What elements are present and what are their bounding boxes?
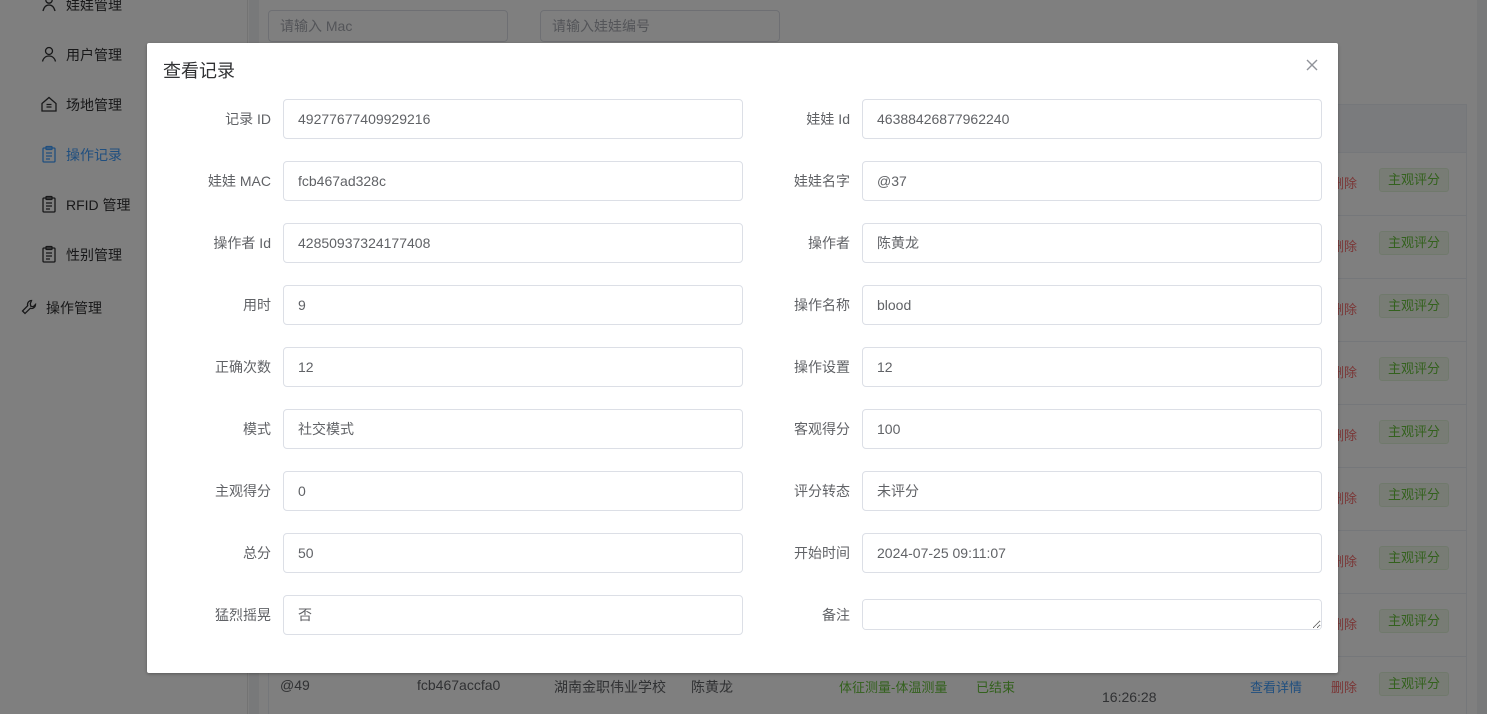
objective-score-input[interactable]: 100 — [862, 409, 1322, 449]
field-label: 评分转态 — [794, 483, 850, 499]
total-score-field: 总分 50 — [147, 533, 743, 573]
rating-status-field: 评分转态 未评分 — [743, 471, 1322, 511]
field-label: 操作者 Id — [213, 235, 271, 251]
field-label: 备注 — [822, 607, 850, 623]
field-label: 操作设置 — [794, 359, 850, 375]
doll-mac-input[interactable]: fcb467ad328c — [283, 161, 743, 201]
field-label: 正确次数 — [215, 359, 271, 375]
field-label: 娃娃 Id — [806, 111, 850, 127]
doll-id-field: 娃娃 Id 46388426877962240 — [743, 99, 1322, 139]
field-label: 用时 — [243, 297, 271, 313]
field-label: 猛烈摇晃 — [215, 607, 271, 623]
violent-shaking-field: 猛烈摇晃否 — [147, 595, 743, 635]
doll-name-field: 娃娃名字 @37 — [743, 161, 1322, 201]
operator-id-field: 操作者 Id 42850937324177408 — [147, 223, 743, 263]
field-label: 开始时间 — [794, 545, 850, 561]
close-icon — [1302, 59, 1322, 78]
operation-setting-input[interactable]: 12 — [862, 347, 1322, 387]
duration-field: 用时 9 — [147, 285, 743, 325]
dialog-title: 查看记录 — [163, 61, 235, 81]
field-label: 娃娃 MAC — [208, 173, 271, 189]
objective-score-field: 客观得分 100 — [743, 409, 1322, 449]
violent-shaking-input[interactable]: 否 — [283, 595, 743, 635]
start-time-input[interactable]: 2024-07-25 09:11:07 — [862, 533, 1322, 573]
operator-input[interactable]: 陈黄龙 — [862, 223, 1322, 263]
field-label: 操作者 — [808, 235, 850, 251]
rating-status-input[interactable]: 未评分 — [862, 471, 1322, 511]
close-button[interactable] — [1302, 55, 1322, 75]
correct-count-input[interactable]: 12 — [283, 347, 743, 387]
duration-input[interactable]: 9 — [283, 285, 743, 325]
correct-count-field: 正确次数 12 — [147, 347, 743, 387]
operation-setting-field: 操作设置 12 — [743, 347, 1322, 387]
field-label: 客观得分 — [794, 421, 850, 437]
mode-field: 模式 社交模式 — [147, 409, 743, 449]
record-id-field: 记录 ID 49277677409929216 — [147, 99, 743, 139]
total-score-input[interactable]: 50 — [283, 533, 743, 573]
doll-mac-field: 娃娃 MAC fcb467ad328c — [147, 161, 743, 201]
operator-id-input[interactable]: 42850937324177408 — [283, 223, 743, 263]
field-label: 模式 — [243, 421, 271, 437]
view-record-dialog: 查看记录 记录 ID 49277677409929216 娃娃 MAC fcb467… — [147, 43, 1338, 673]
operator-field: 操作者 陈黄龙 — [743, 223, 1322, 263]
start-time-field: 开始时间 2024-07-25 09:11:07 — [743, 533, 1322, 573]
field-label: 主观得分 — [215, 483, 271, 499]
field-label: 记录 ID — [225, 111, 271, 127]
operation-name-input[interactable]: blood — [862, 285, 1322, 325]
operation-name-field: 操作名称 blood — [743, 285, 1322, 325]
field-label: 娃娃名字 — [794, 173, 850, 189]
field-label: 操作名称 — [794, 297, 850, 313]
mode-input[interactable]: 社交模式 — [283, 409, 743, 449]
doll-name-input[interactable]: @37 — [862, 161, 1322, 201]
subjective-score-input[interactable]: 0 — [283, 471, 743, 511]
subjective-score-field: 主观得分 0 — [147, 471, 743, 511]
remark-textarea[interactable] — [862, 599, 1322, 630]
remark-field: 备注 — [743, 595, 1322, 635]
field-label: 总分 — [243, 545, 271, 561]
doll-id-input[interactable]: 46388426877962240 — [862, 99, 1322, 139]
record-id-input[interactable]: 49277677409929216 — [283, 99, 743, 139]
